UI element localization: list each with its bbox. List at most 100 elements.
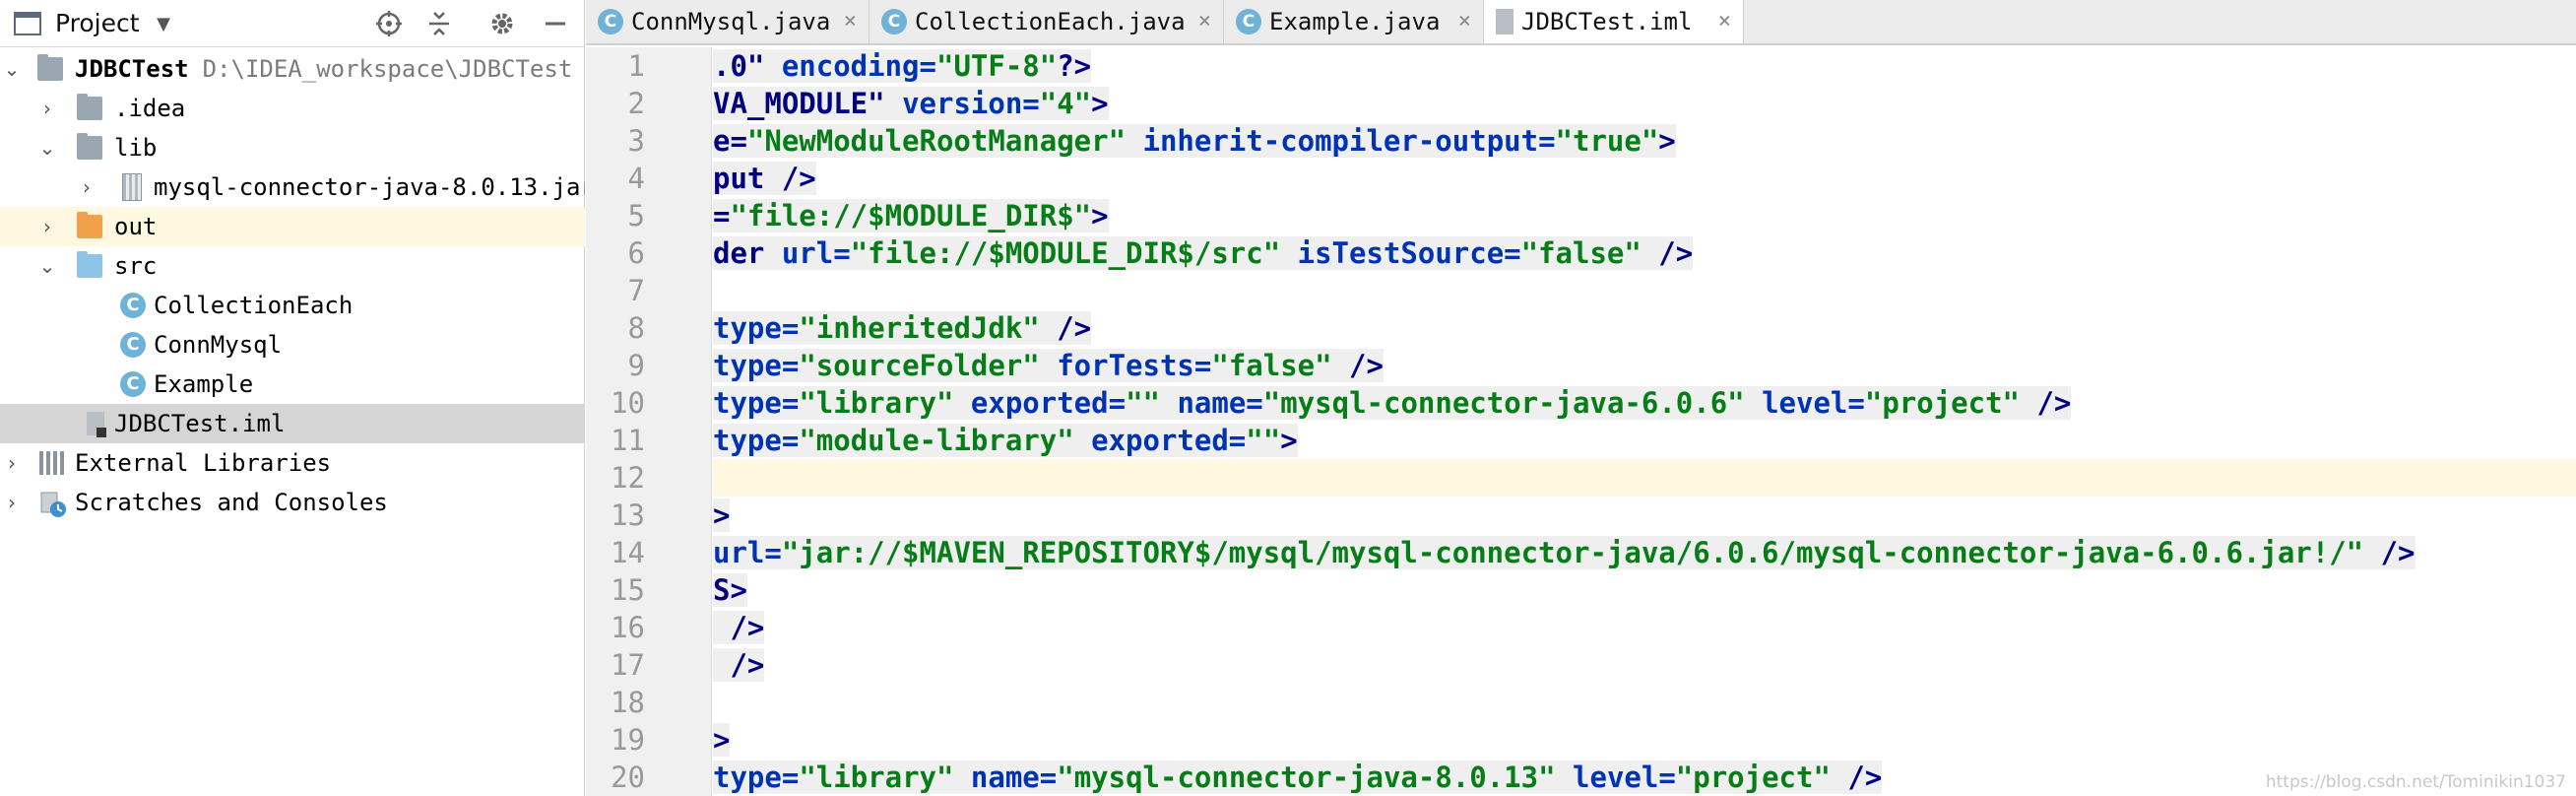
code-token: "file://$MODULE_DIR$/src" [850, 236, 1298, 270]
close-icon[interactable]: × [844, 0, 857, 43]
tree-item-out[interactable]: › out [0, 207, 585, 246]
code-line-content: S> [713, 573, 747, 607]
code-token: "library" [799, 761, 971, 794]
tab-jdbctest-iml[interactable]: JDBCTest.iml × [1484, 0, 1744, 43]
tree-item-scratches[interactable]: › Scratches and Consoles [0, 483, 585, 522]
code-line[interactable]: der url="file://$MODULE_DIR$/src" isTest… [713, 234, 1694, 272]
code-line-content: VA_MODULE" version="4"> [713, 87, 1109, 120]
tree-item-collectioneach[interactable]: C CollectionEach [0, 286, 585, 325]
tab-collectioneach[interactable]: C CollectionEach.java × [869, 0, 1224, 43]
tree-item-lib[interactable]: ⌄ lib [0, 128, 585, 167]
iml-file-icon [1496, 9, 1513, 34]
code-line[interactable]: put /> [713, 160, 816, 197]
code-token: der [713, 236, 782, 270]
code-line[interactable]: type="library" exported="" name="mysql-c… [713, 384, 2072, 422]
code-token: "UTF-8" [935, 49, 1058, 83]
chevron-right-icon[interactable]: › [0, 483, 24, 522]
code-line[interactable]: > [713, 721, 731, 759]
tab-example[interactable]: C Example.java × [1224, 0, 1484, 43]
iml-file-icon [87, 412, 106, 437]
project-name: JDBCTest [75, 55, 189, 83]
locate-icon[interactable] [373, 8, 405, 39]
code-token: "project" [1675, 761, 1831, 794]
chevron-down-icon[interactable]: ⌄ [35, 128, 59, 167]
tab-label: ConnMysql.java [631, 8, 831, 35]
code-token: "true" [1555, 124, 1659, 158]
code-token: "mysql-connector-java-6.0.6" [1262, 386, 1763, 420]
code-token: forTests= [1057, 349, 1212, 382]
tree-item-label: ConnMysql [154, 331, 283, 359]
code-line[interactable]: type="library" name="mysql-connector-jav… [713, 759, 1883, 796]
line-number: 15 [611, 573, 645, 607]
line-number: 12 [611, 461, 645, 495]
code-line[interactable]: S> [713, 571, 747, 609]
line-number: 5 [627, 199, 645, 232]
code-line[interactable]: ="file://$MODULE_DIR$"> [713, 197, 1109, 234]
chevron-down-icon[interactable]: ▼ [148, 8, 179, 39]
chevron-right-icon[interactable]: › [75, 167, 98, 207]
tree-item-idea[interactable]: › .idea [0, 89, 585, 128]
code-token: /> [1830, 761, 1883, 794]
project-panel-title[interactable]: Project [55, 9, 140, 37]
chevron-down-icon[interactable]: ⌄ [35, 246, 59, 286]
tree-item-label: out [114, 213, 158, 240]
tree-item-example[interactable]: C Example [0, 365, 585, 404]
code-token: "library" [799, 386, 971, 420]
code-line[interactable]: /> [713, 646, 765, 684]
class-icon: C [120, 332, 146, 358]
code-token: isTestSource= [1297, 236, 1521, 270]
line-number: 19 [611, 723, 645, 757]
source-folder-icon [77, 251, 102, 278]
code-line[interactable]: .0" encoding="UTF-8"?> [713, 47, 1092, 85]
close-icon[interactable]: × [1718, 0, 1731, 43]
tree-item-external-libraries[interactable]: › External Libraries [0, 443, 585, 483]
tree-item-jdbctest[interactable]: ⌄ JDBCTest D:\IDEA_workspace\JDBCTest [0, 49, 585, 89]
code-line[interactable]: type="module-library" exported=""> [713, 422, 1298, 459]
code-token: type= [713, 311, 800, 345]
tab-label: JDBCTest.iml [1521, 8, 1693, 35]
code-editor[interactable]: .0" encoding="UTF-8"?> VA_MODULE" version… [713, 47, 2576, 796]
code-line[interactable]: type="inheritedJdk" /> [713, 309, 1092, 347]
code-line[interactable]: /> [713, 609, 765, 646]
code-token: "NewModuleRootManager" [746, 124, 1143, 158]
chevron-right-icon[interactable]: › [0, 443, 24, 483]
close-icon[interactable]: × [1198, 0, 1211, 43]
code-line[interactable]: type="sourceFolder" forTests="false" /> [713, 347, 1384, 384]
hide-panel-icon[interactable] [540, 8, 571, 39]
line-number-gutter[interactable]: 1 2 3 4 5 6 7 8 9 10 11 12 13 14 15 16 17 18 19 20 [586, 47, 712, 796]
line-number: 16 [611, 611, 645, 644]
class-icon: C [1236, 9, 1261, 34]
tab-connmysql[interactable]: C ConnMysql.java × [586, 0, 869, 43]
code-token: type= [713, 349, 800, 382]
tree-item-label: Example [154, 370, 254, 398]
tree-item-mysql-jar[interactable]: › mysql-connector-java-8.0.13.jar [0, 167, 585, 207]
tree-item-jdbctest-iml[interactable]: JDBCTest.iml [0, 404, 585, 443]
code-token: /> [2363, 536, 2415, 569]
collapse-all-icon[interactable] [423, 8, 455, 39]
chevron-right-icon[interactable]: › [35, 89, 59, 128]
code-line-content: .0" encoding="UTF-8"?> [713, 49, 1092, 83]
code-line[interactable] [713, 459, 2576, 497]
line-number: 20 [611, 761, 645, 794]
tree-item-label: JDBCTest D:\IDEA_workspace\JDBCTest [75, 49, 572, 89]
chevron-down-icon[interactable]: ⌄ [0, 49, 24, 89]
tree-item-src[interactable]: ⌄ src [0, 246, 585, 286]
code-line[interactable]: e="NewModuleRootManager" inherit-compile… [713, 122, 1676, 160]
code-token: /> [713, 611, 765, 644]
class-icon: C [598, 9, 623, 34]
gear-icon[interactable] [486, 8, 518, 39]
code-line[interactable]: > [713, 497, 731, 534]
code-token: url= [781, 236, 851, 270]
close-icon[interactable]: × [1458, 0, 1471, 43]
chevron-right-icon[interactable]: › [35, 207, 59, 246]
code-line-content: type="library" exported="" name="mysql-c… [713, 386, 2072, 420]
code-line[interactable]: url="jar://$MAVEN_REPOSITORY$/mysql/mysq… [713, 534, 2415, 571]
line-number: 11 [611, 424, 645, 457]
code-line[interactable]: VA_MODULE" version="4"> [713, 85, 1109, 122]
code-token: VA_MODULE" [713, 87, 903, 120]
code-token: > [713, 498, 731, 532]
code-token: "mysql-connector-java-8.0.13" [1057, 761, 1574, 794]
code-token: level= [1762, 386, 1865, 420]
tree-item-connmysql[interactable]: C ConnMysql [0, 325, 585, 365]
code-line-content: url="jar://$MAVEN_REPOSITORY$/mysql/mysq… [713, 536, 2415, 569]
